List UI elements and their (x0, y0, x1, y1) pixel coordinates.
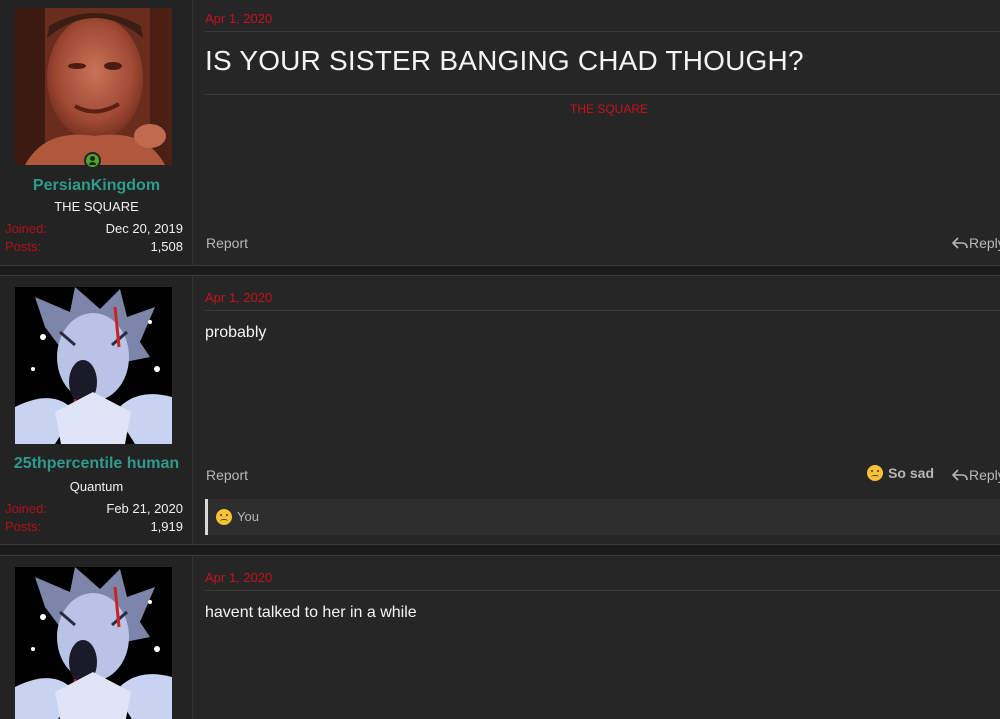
user-cell (0, 556, 193, 719)
divider (205, 31, 1000, 32)
post-3: Apr 1, 2020 havent talked to her in a wh… (0, 555, 1000, 719)
posts-stat: Posts: 1,508 (5, 239, 183, 257)
reply-label: Reply (969, 467, 1000, 483)
post-content: Apr 1, 2020 havent talked to her in a wh… (205, 556, 1000, 719)
joined-value: Feb 21, 2020 (106, 501, 183, 516)
joined-value: Dec 20, 2019 (105, 221, 183, 236)
post-2: 25thpercentile human Quantum Joined: Feb… (0, 275, 1000, 545)
post-separator (0, 266, 1000, 275)
user-title: THE SQUARE (54, 199, 139, 214)
reply-label: Reply (969, 235, 1000, 251)
posts-label: Posts: (5, 239, 42, 254)
user-cell: 25thpercentile human Quantum Joined: Feb… (0, 276, 193, 544)
report-button[interactable]: Report (206, 235, 248, 251)
joined-stat: Joined: Dec 20, 2019 (5, 221, 183, 239)
joined-label: Joined: (5, 501, 47, 516)
reply-arrow-icon (952, 237, 968, 249)
post-content: Apr 1, 2020 IS YOUR SISTER BANGING CHAD … (205, 0, 1000, 265)
joined-label: Joined: (5, 221, 47, 236)
post-date[interactable]: Apr 1, 2020 (205, 11, 272, 26)
divider (205, 590, 1000, 591)
so-sad-reaction-button[interactable]: So sad (867, 465, 934, 481)
post-1: PersianKingdom THE SQUARE Joined: Dec 20… (0, 0, 1000, 266)
divider (205, 310, 1000, 311)
posts-stat: Posts: 1,919 (5, 519, 183, 537)
post-content: Apr 1, 2020 probably Report So sad Repl y… (205, 276, 1000, 544)
user-online-icon (84, 152, 101, 169)
reply-arrow-icon (952, 469, 968, 481)
joined-stat: Joined: Feb 21, 2020 (5, 501, 183, 519)
reply-button[interactable]: Reply (950, 233, 1000, 253)
username[interactable]: PersianKingdom (0, 177, 193, 195)
avatar[interactable] (15, 287, 172, 444)
divider (205, 94, 1000, 95)
post-separator (0, 545, 1000, 554)
reactions-bar[interactable]: You (205, 499, 1000, 535)
signature: THE SQUARE (570, 102, 649, 116)
post-date[interactable]: Apr 1, 2020 (205, 570, 272, 585)
posts-value: 1,508 (150, 239, 183, 254)
post-body: probably (205, 324, 267, 341)
report-button[interactable]: Report (206, 467, 248, 483)
avatar[interactable] (15, 567, 172, 719)
posts-label: Posts: (5, 519, 42, 534)
user-cell: PersianKingdom THE SQUARE Joined: Dec 20… (0, 0, 193, 265)
sad-face-emoji-icon (867, 465, 884, 481)
posts-value: 1,919 (150, 519, 183, 534)
thread: PersianKingdom THE SQUARE Joined: Dec 20… (0, 0, 1000, 719)
post-date[interactable]: Apr 1, 2020 (205, 290, 272, 305)
reply-button[interactable]: Reply (950, 465, 1000, 485)
thread-title: IS YOUR SISTER BANGING CHAD THOUGH? (205, 45, 804, 76)
reactions-by[interactable]: You (237, 509, 259, 524)
user-title: Quantum (69, 479, 124, 494)
username[interactable]: 25thpercentile human (0, 455, 193, 473)
post-body: havent talked to her in a while (205, 604, 417, 621)
reaction-label: So sad (888, 465, 934, 481)
sad-face-emoji-icon (216, 509, 232, 525)
avatar[interactable] (15, 8, 172, 165)
